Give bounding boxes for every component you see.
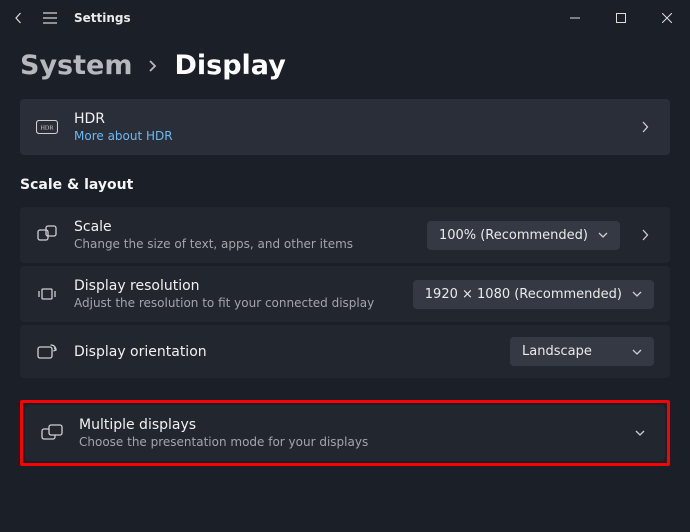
svg-text:HDR: HDR bbox=[40, 125, 54, 132]
chevron-down-icon bbox=[598, 231, 608, 239]
orientation-row[interactable]: Display orientation Landscape bbox=[20, 325, 670, 378]
resolution-sub: Adjust the resolution to fit your connec… bbox=[74, 296, 397, 310]
titlebar-left: Settings bbox=[12, 11, 131, 25]
chevron-right-icon bbox=[148, 54, 158, 78]
scale-dropdown-value: 100% (Recommended) bbox=[439, 228, 588, 243]
scale-title: Scale bbox=[74, 219, 411, 235]
multiple-displays-sub: Choose the presentation mode for your di… bbox=[79, 435, 615, 449]
multiple-displays-title: Multiple displays bbox=[79, 417, 615, 433]
chevron-down-icon[interactable] bbox=[631, 428, 649, 438]
scale-layout-rows: Scale Change the size of text, apps, and… bbox=[20, 207, 670, 378]
content-area: System Display HDR HDR More about HDR Sc… bbox=[0, 36, 690, 466]
multiple-displays-row[interactable]: Multiple displays Choose the presentatio… bbox=[25, 405, 665, 461]
maximize-button[interactable] bbox=[598, 0, 644, 36]
hdr-more-link[interactable]: More about HDR bbox=[74, 129, 620, 143]
section-scale-layout-heading: Scale & layout bbox=[20, 177, 670, 193]
multiple-displays-text: Multiple displays Choose the presentatio… bbox=[79, 417, 615, 449]
close-button[interactable] bbox=[644, 0, 690, 36]
breadcrumb-current: Display bbox=[174, 50, 285, 81]
hdr-card-text: HDR More about HDR bbox=[74, 111, 620, 143]
hdr-icon: HDR bbox=[36, 120, 58, 134]
hdr-title: HDR bbox=[74, 111, 620, 127]
multiple-displays-icon bbox=[41, 424, 63, 442]
orientation-dropdown-value: Landscape bbox=[522, 344, 592, 359]
resolution-dropdown[interactable]: 1920 × 1080 (Recommended) bbox=[413, 280, 654, 309]
resolution-row-text: Display resolution Adjust the resolution… bbox=[74, 278, 397, 310]
breadcrumb-parent[interactable]: System bbox=[20, 50, 132, 81]
resolution-row[interactable]: Display resolution Adjust the resolution… bbox=[20, 266, 670, 322]
highlight-box: Multiple displays Choose the presentatio… bbox=[20, 400, 670, 466]
resolution-dropdown-value: 1920 × 1080 (Recommended) bbox=[425, 287, 622, 302]
minimize-button[interactable] bbox=[552, 0, 598, 36]
titlebar: Settings bbox=[0, 0, 690, 36]
scale-icon bbox=[36, 225, 58, 245]
breadcrumb: System Display bbox=[20, 50, 670, 81]
window-controls bbox=[552, 0, 690, 36]
hamburger-icon[interactable] bbox=[42, 11, 58, 25]
scale-row[interactable]: Scale Change the size of text, apps, and… bbox=[20, 207, 670, 263]
scale-dropdown[interactable]: 100% (Recommended) bbox=[427, 221, 620, 250]
chevron-right-icon[interactable] bbox=[636, 229, 654, 241]
orientation-title: Display orientation bbox=[74, 344, 494, 360]
app-title: Settings bbox=[74, 11, 131, 25]
chevron-down-icon bbox=[632, 348, 642, 356]
chevron-right-icon bbox=[636, 121, 654, 133]
resolution-icon bbox=[36, 285, 58, 303]
orientation-dropdown[interactable]: Landscape bbox=[510, 337, 654, 366]
chevron-down-icon bbox=[632, 290, 642, 298]
back-icon[interactable] bbox=[12, 11, 26, 25]
hdr-card[interactable]: HDR HDR More about HDR bbox=[20, 99, 670, 155]
orientation-icon bbox=[36, 343, 58, 361]
scale-row-text: Scale Change the size of text, apps, and… bbox=[74, 219, 411, 251]
orientation-row-text: Display orientation bbox=[74, 344, 494, 360]
scale-sub: Change the size of text, apps, and other… bbox=[74, 237, 411, 251]
resolution-title: Display resolution bbox=[74, 278, 397, 294]
